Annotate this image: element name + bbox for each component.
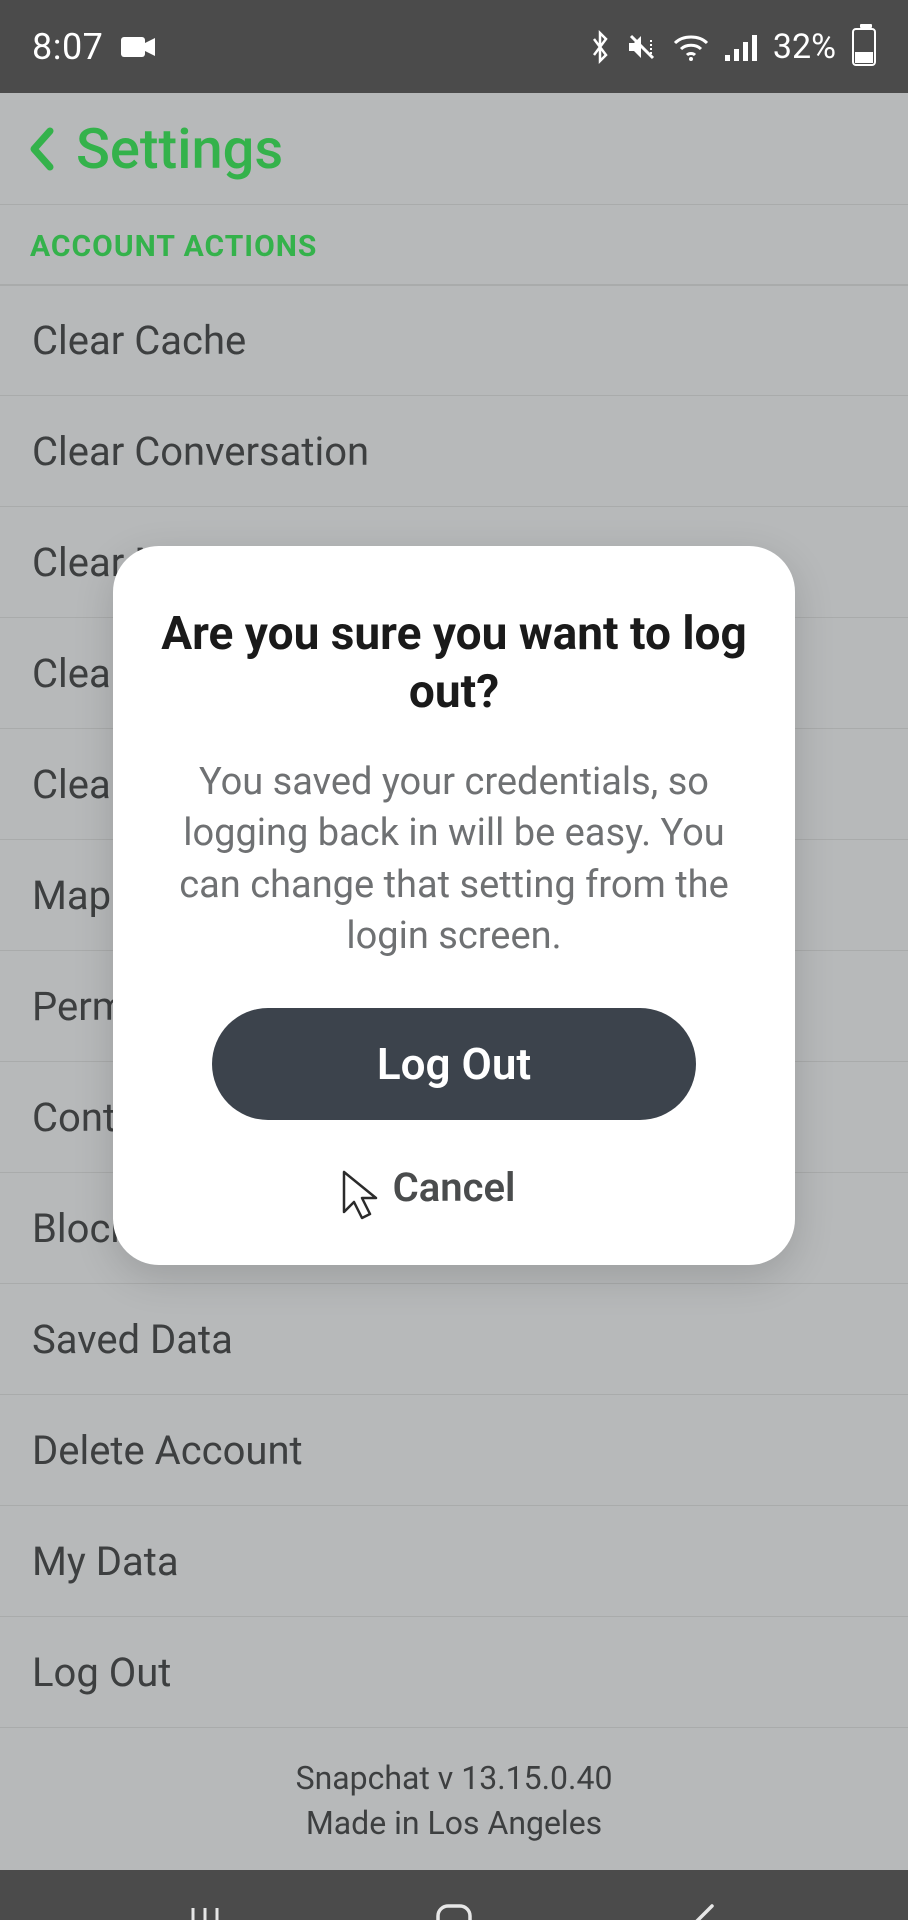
list-item-log-out[interactable]: Log Out xyxy=(0,1617,908,1728)
list-item-my-data[interactable]: My Data xyxy=(0,1506,908,1617)
logout-confirm-dialog: Are you sure you want to log out? You sa… xyxy=(113,546,795,1265)
list-item-label: Delete Account xyxy=(32,1427,303,1474)
battery-percentage: 32% xyxy=(773,27,836,67)
android-nav-bar xyxy=(0,1870,908,1920)
list-item-label: Map xyxy=(32,872,111,919)
list-item-label: Clear Conversation xyxy=(32,428,369,475)
list-item-label: Saved Data xyxy=(32,1316,233,1363)
logout-button-label: Log Out xyxy=(377,1038,531,1090)
dialog-body: You saved your credentials, so logging b… xyxy=(161,757,747,962)
list-item-clear-conversation[interactable]: Clear Conversation xyxy=(0,396,908,507)
signal-icon xyxy=(725,33,757,61)
cancel-button-label: Cancel xyxy=(393,1164,516,1211)
back-button[interactable] xyxy=(28,127,76,171)
list-item-saved-data[interactable]: Saved Data xyxy=(0,1284,908,1395)
list-item-clear-cache[interactable]: Clear Cache xyxy=(0,285,908,396)
list-item-delete-account[interactable]: Delete Account xyxy=(0,1395,908,1506)
camera-icon xyxy=(121,35,155,59)
page-header: Settings xyxy=(0,93,908,205)
back-nav-button[interactable] xyxy=(643,1892,763,1920)
status-bar: 8:07 32% xyxy=(0,0,908,93)
logout-button[interactable]: Log Out xyxy=(212,1008,696,1120)
app-version-footer: Snapchat v 13.15.0.40 Made in Los Angele… xyxy=(0,1728,908,1870)
list-item-label: Clear Cache xyxy=(32,317,246,364)
bluetooth-icon xyxy=(589,29,611,65)
mute-vibrate-icon xyxy=(627,32,657,62)
status-clock: 8:07 xyxy=(32,26,103,68)
battery-icon xyxy=(852,28,876,66)
home-button[interactable] xyxy=(394,1892,514,1920)
dialog-title: Are you sure you want to log out? xyxy=(161,606,747,721)
cancel-button[interactable]: Cancel xyxy=(161,1148,747,1217)
list-item-label: My Data xyxy=(32,1538,179,1585)
wifi-icon xyxy=(673,33,709,61)
section-header-account-actions: ACCOUNT ACTIONS xyxy=(0,205,908,285)
recents-button[interactable] xyxy=(145,1892,265,1920)
page-title: Settings xyxy=(76,116,283,182)
list-item-label: Log Out xyxy=(32,1649,171,1696)
app-version-line: Snapchat v 13.15.0.40 xyxy=(0,1756,908,1801)
app-origin-line: Made in Los Angeles xyxy=(0,1801,908,1846)
